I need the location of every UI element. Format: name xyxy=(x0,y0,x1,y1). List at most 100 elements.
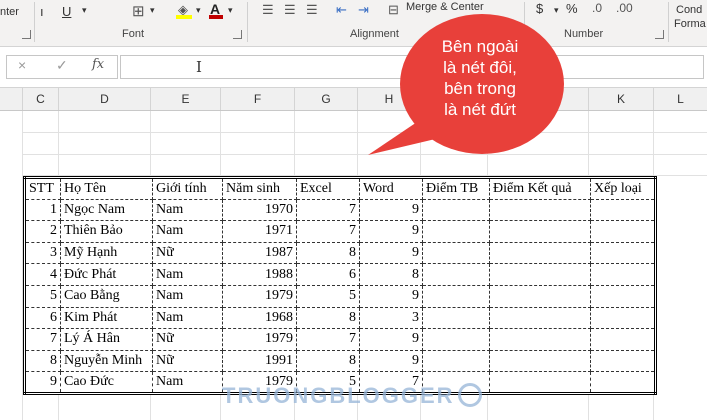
column-header-g[interactable]: G xyxy=(295,88,358,110)
header-cell[interactable]: Họ Tên xyxy=(60,177,153,200)
name-cell[interactable]: Cao Đức xyxy=(60,371,153,394)
stt-cell[interactable]: 6 xyxy=(24,306,61,330)
average-cell[interactable] xyxy=(422,241,490,265)
column-header-d[interactable]: D xyxy=(59,88,151,110)
increase-decimal-icon[interactable]: .00 xyxy=(616,1,633,15)
merge-center-icon[interactable]: ⊟ xyxy=(388,2,399,18)
word-cell[interactable]: 3 xyxy=(359,306,423,330)
average-cell[interactable] xyxy=(422,198,490,222)
result-cell[interactable] xyxy=(489,284,591,308)
name-cell[interactable]: Cao Bằng xyxy=(60,284,153,308)
birth-year-cell[interactable]: 1968 xyxy=(222,306,297,330)
header-cell[interactable]: Excel xyxy=(296,177,360,200)
header-cell[interactable]: STT xyxy=(24,177,61,200)
birth-year-cell[interactable]: 1991 xyxy=(222,349,297,373)
rank-cell[interactable] xyxy=(590,349,656,373)
align-right-icon[interactable]: ☰ xyxy=(306,2,318,18)
name-cell[interactable]: Nguyễn Minh xyxy=(60,349,153,373)
word-cell[interactable]: 9 xyxy=(359,220,423,243)
stt-cell[interactable]: 9 xyxy=(24,371,61,394)
gender-cell[interactable]: Nam xyxy=(152,198,223,222)
average-cell[interactable] xyxy=(422,263,490,286)
borders-dropdown-icon[interactable]: ▾ xyxy=(150,5,155,16)
decrease-decimal-icon[interactable]: .0 xyxy=(592,1,602,15)
result-cell[interactable] xyxy=(489,263,591,286)
word-cell[interactable]: 9 xyxy=(359,349,423,373)
gender-cell[interactable]: Nam xyxy=(152,220,223,243)
rank-cell[interactable] xyxy=(590,263,656,286)
column-header-c[interactable]: C xyxy=(23,88,59,110)
gender-cell[interactable]: Nữ xyxy=(152,349,223,373)
birth-year-cell[interactable]: 1971 xyxy=(222,220,297,243)
result-cell[interactable] xyxy=(489,198,591,222)
excel-cell[interactable]: 5 xyxy=(296,284,360,308)
birth-year-cell[interactable]: 1979 xyxy=(222,284,297,308)
increase-indent-icon[interactable]: ⇥ xyxy=(358,2,369,18)
excel-cell[interactable]: 8 xyxy=(296,306,360,330)
gender-cell[interactable]: Nam xyxy=(152,371,223,394)
font-dialog-launcher-icon[interactable] xyxy=(233,30,242,39)
excel-cell[interactable]: 7 xyxy=(296,198,360,222)
column-header-f[interactable]: F xyxy=(221,88,295,110)
currency-format-button[interactable]: $ xyxy=(536,1,543,16)
fill-color-dropdown-icon[interactable]: ▾ xyxy=(196,5,201,16)
birth-year-cell[interactable]: 1988 xyxy=(222,263,297,286)
percent-format-button[interactable]: % xyxy=(566,1,578,16)
gender-cell[interactable]: Nam xyxy=(152,306,223,330)
column-header-e[interactable]: E xyxy=(151,88,221,110)
birth-year-cell[interactable]: 1970 xyxy=(222,198,297,222)
birth-year-cell[interactable]: 1987 xyxy=(222,241,297,265)
decrease-indent-icon[interactable]: ⇤ xyxy=(336,2,347,18)
average-cell[interactable] xyxy=(422,284,490,308)
header-cell[interactable]: Xếp loại xyxy=(590,177,656,200)
underline-button[interactable]: U xyxy=(62,4,71,19)
rank-cell[interactable] xyxy=(590,220,656,243)
name-cell[interactable]: Thiên Bảo xyxy=(60,220,153,243)
column-header-k[interactable]: K xyxy=(589,88,654,110)
stt-cell[interactable]: 8 xyxy=(24,349,61,373)
name-cell[interactable]: Lý Á Hân xyxy=(60,328,153,351)
average-cell[interactable] xyxy=(422,306,490,330)
name-cell[interactable]: Mỹ Hạnh xyxy=(60,241,153,265)
header-cell[interactable]: Điểm Kết quả xyxy=(489,177,591,200)
word-cell[interactable]: 9 xyxy=(359,284,423,308)
gender-cell[interactable]: Nữ xyxy=(152,328,223,351)
gender-cell[interactable]: Nữ xyxy=(152,241,223,265)
insert-function-icon[interactable]: fx xyxy=(92,57,104,72)
name-cell[interactable]: Đức Phát xyxy=(60,263,153,286)
merge-center-button[interactable]: Merge & Center xyxy=(406,1,484,13)
rank-cell[interactable] xyxy=(590,198,656,222)
excel-cell[interactable]: 8 xyxy=(296,349,360,373)
format-as-table-button[interactable]: Forma xyxy=(674,18,706,30)
name-box-cancel-icon[interactable]: × xyxy=(18,57,26,73)
name-cell[interactable]: Ngọc Nam xyxy=(60,198,153,222)
gender-cell[interactable]: Nam xyxy=(152,284,223,308)
number-dialog-launcher-icon[interactable] xyxy=(655,30,664,39)
header-cell[interactable]: Giới tính xyxy=(152,177,223,200)
italic-button[interactable]: ı xyxy=(40,4,44,19)
align-center-icon[interactable]: ☰ xyxy=(284,2,296,18)
currency-dropdown-icon[interactable]: ▾ xyxy=(554,5,559,16)
rank-cell[interactable] xyxy=(590,371,656,394)
rank-cell[interactable] xyxy=(590,328,656,351)
borders-icon[interactable]: ⊞ xyxy=(132,2,145,20)
rank-cell[interactable] xyxy=(590,241,656,265)
rank-cell[interactable] xyxy=(590,284,656,308)
select-all-corner[interactable] xyxy=(0,88,23,110)
rank-cell[interactable] xyxy=(590,306,656,330)
word-cell[interactable]: 9 xyxy=(359,328,423,351)
excel-cell[interactable]: 8 xyxy=(296,241,360,265)
result-cell[interactable] xyxy=(489,328,591,351)
name-cell[interactable]: Kim Phát xyxy=(60,306,153,330)
stt-cell[interactable]: 1 xyxy=(24,198,61,222)
result-cell[interactable] xyxy=(489,241,591,265)
word-cell[interactable]: 9 xyxy=(359,198,423,222)
excel-cell[interactable]: 7 xyxy=(296,220,360,243)
clipboard-dialog-launcher-icon[interactable] xyxy=(22,30,31,39)
underline-dropdown-icon[interactable]: ▾ xyxy=(82,5,87,16)
word-cell[interactable]: 8 xyxy=(359,263,423,286)
result-cell[interactable] xyxy=(489,306,591,330)
align-left-icon[interactable]: ☰ xyxy=(262,2,274,18)
stt-cell[interactable]: 7 xyxy=(24,328,61,351)
font-color-dropdown-icon[interactable]: ▾ xyxy=(228,5,233,16)
